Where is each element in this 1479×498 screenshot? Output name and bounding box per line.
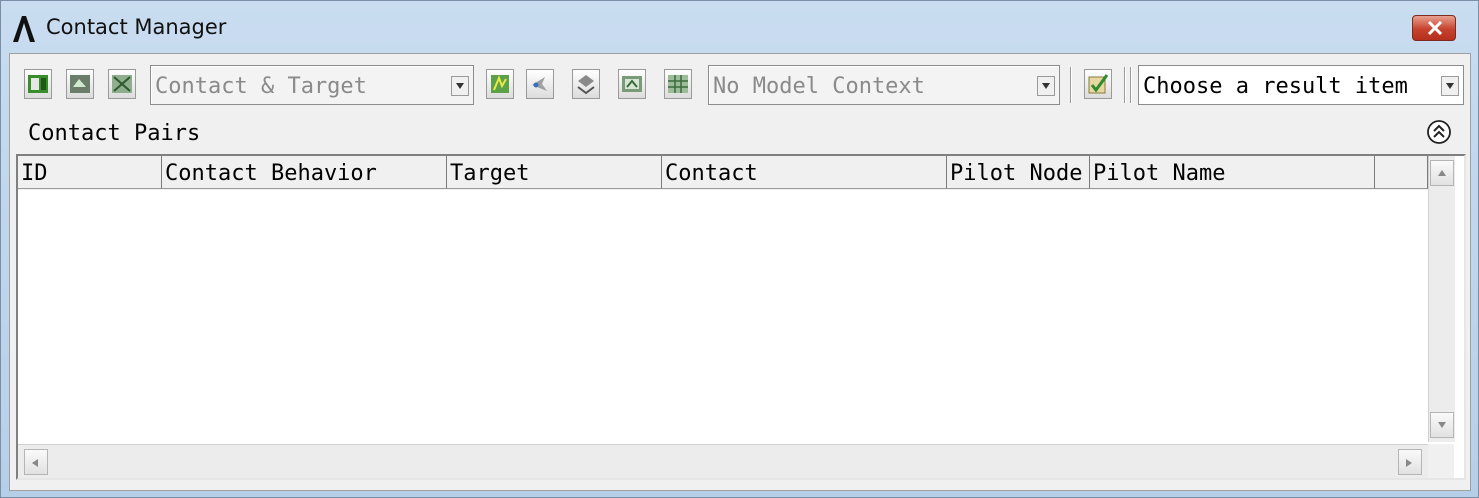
horizontal-scrollbar[interactable] [18, 444, 1428, 478]
arrow-down-icon [1438, 422, 1446, 428]
model-context-value: No Model Context [713, 74, 925, 99]
result-item-select[interactable]: Choose a result item [1138, 65, 1464, 105]
table-icon [668, 75, 688, 93]
contact-wizard-button[interactable] [486, 69, 514, 99]
column-header-target[interactable]: Target [447, 156, 662, 189]
double-chevron-up-icon[interactable] [1426, 119, 1452, 145]
toolbar-separator [1070, 67, 1071, 103]
scroll-right-button[interactable] [1398, 449, 1422, 475]
select-contact-button[interactable] [66, 69, 94, 99]
client-area: Contact & Target No Model Context Choose… [9, 53, 1471, 491]
contact-manager-window: Contact Manager Contact & Target No Mode… [0, 0, 1479, 498]
list-contact-button[interactable] [24, 69, 52, 99]
result-item-value: Choose a result item [1143, 74, 1408, 99]
column-header-id[interactable]: ID [18, 156, 162, 189]
contact-wizard-icon [491, 75, 509, 93]
check-contact-icon [1088, 74, 1109, 94]
scrollbar-corner [1428, 444, 1454, 478]
properties-button[interactable] [618, 69, 646, 99]
arrow-right-icon [1406, 459, 1412, 467]
pilot-node-button[interactable] [526, 69, 554, 99]
title-bar[interactable]: Contact Manager [1, 1, 1478, 53]
close-button[interactable] [1412, 15, 1456, 41]
window-title: Contact Manager [46, 15, 227, 39]
arrow-left-icon [32, 459, 38, 467]
toolbar: Contact & Target No Model Context Choose… [10, 54, 1470, 118]
scroll-left-button[interactable] [24, 449, 48, 475]
contact-pairs-header: Contact Pairs [16, 116, 1464, 150]
close-icon [1427, 21, 1443, 35]
section-title: Contact Pairs [28, 121, 201, 146]
delete-contact-icon [112, 75, 132, 93]
column-header-extra[interactable] [1375, 156, 1428, 189]
column-header-pilot-node[interactable]: Pilot Node [947, 156, 1090, 189]
flip-icon [577, 75, 595, 95]
column-header-pilot-name[interactable]: Pilot Name [1090, 156, 1375, 189]
toolbar-separator [1130, 67, 1131, 103]
column-header-contact[interactable]: Contact [662, 156, 947, 189]
chevron-down-icon[interactable] [451, 76, 469, 96]
column-header-contact-behavior[interactable]: Contact Behavior [162, 156, 447, 189]
list-contact-icon [28, 75, 48, 93]
chevron-down-icon[interactable] [1037, 76, 1055, 96]
check-contact-button[interactable] [1084, 69, 1112, 99]
arrow-up-icon [1438, 170, 1446, 176]
scroll-up-button[interactable] [1430, 160, 1454, 186]
toolbar-separator [1124, 67, 1125, 103]
table-header-row: ID Contact Behavior Target Contact Pilot… [18, 156, 1440, 190]
model-context-select[interactable]: No Model Context [708, 65, 1060, 105]
pilot-node-icon [532, 77, 547, 91]
select-contact-icon [70, 75, 90, 93]
properties-icon [622, 76, 642, 92]
scroll-down-button[interactable] [1430, 412, 1454, 438]
contact-pairs-table: ID Contact Behavior Target Contact Pilot… [16, 154, 1466, 480]
delete-contact-button[interactable] [108, 69, 136, 99]
vertical-scrollbar[interactable] [1428, 156, 1455, 442]
table-button[interactable] [664, 69, 692, 99]
contact-target-select[interactable]: Contact & Target [150, 65, 474, 105]
flip-button[interactable] [572, 69, 600, 99]
chevron-down-icon[interactable] [1441, 76, 1459, 96]
ansys-logo-icon [11, 15, 37, 43]
contact-target-value: Contact & Target [155, 74, 367, 99]
